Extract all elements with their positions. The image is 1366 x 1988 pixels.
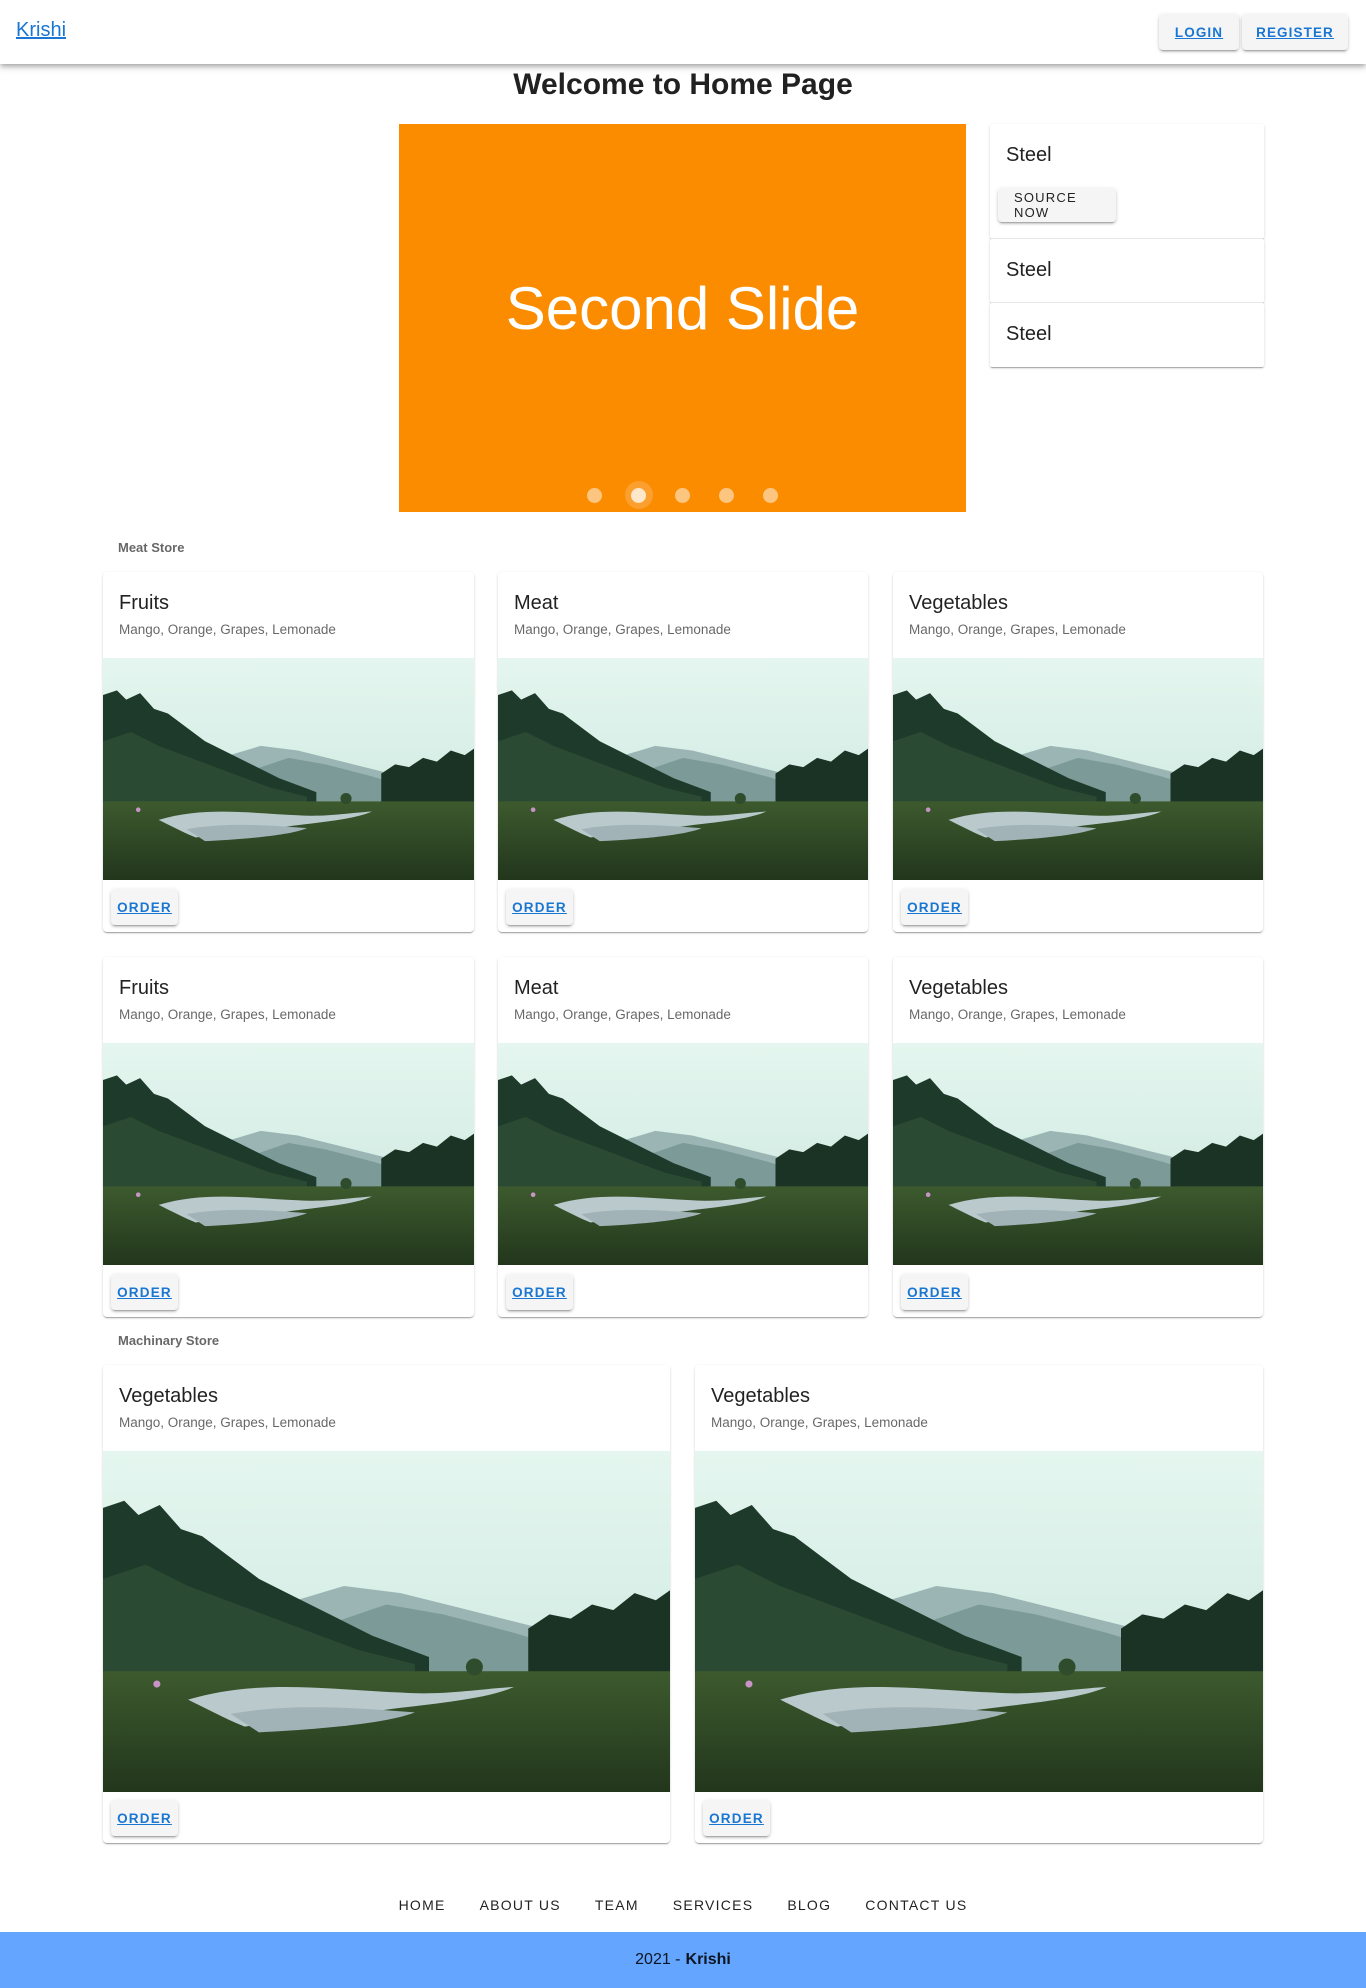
side-card-title: Steel (1006, 144, 1052, 166)
side-card-title: Steel (1006, 323, 1052, 345)
card-image (893, 658, 1263, 880)
carousel-dots (399, 481, 966, 509)
copyright-year: 2021 - (635, 1951, 681, 1968)
card-image (103, 1043, 474, 1265)
carousel-dot[interactable] (705, 483, 749, 507)
app-bar: Krishi LOGIN REGISTER (0, 0, 1366, 64)
side-card: Steel (990, 303, 1264, 367)
product-card: Fruits Mango, Orange, Grapes, Lemonade O… (103, 572, 474, 932)
card-title: Fruits (119, 977, 169, 999)
card-title: Vegetables (119, 1385, 218, 1407)
copyright-brand: Krishi (685, 1951, 731, 1968)
carousel[interactable]: Second Slide (399, 124, 966, 512)
page-title: Welcome to Home Page (513, 68, 853, 101)
footer-nav: HOME ABOUT US TEAM SERVICES BLOG CONTACT… (0, 1895, 1366, 1915)
slide-text: Second Slide (505, 275, 860, 342)
footer-link-team[interactable]: TEAM (578, 1895, 656, 1915)
section-label: Machinary Store (118, 1333, 220, 1348)
side-card: Steel SOURCE NOW (990, 124, 1264, 239)
side-card: Steel (990, 239, 1264, 303)
card-image (498, 658, 868, 880)
product-card: Vegetables Mango, Orange, Grapes, Lemona… (893, 957, 1263, 1317)
card-subtitle: Mango, Orange, Grapes, Lemonade (909, 1007, 1126, 1022)
order-button[interactable]: ORDER (901, 889, 968, 925)
carousel-dot[interactable] (749, 483, 793, 507)
brand-link[interactable]: Krishi (16, 19, 66, 42)
card-subtitle: Mango, Orange, Grapes, Lemonade (514, 622, 731, 637)
card-subtitle: Mango, Orange, Grapes, Lemonade (119, 1415, 336, 1430)
card-title: Vegetables (909, 592, 1008, 614)
card-image (695, 1451, 1263, 1792)
card-image (893, 1043, 1263, 1265)
side-list: Steel SOURCE NOW Steel Steel (990, 124, 1264, 367)
order-button[interactable]: ORDER (901, 1274, 968, 1310)
footer-link-about-us[interactable]: ABOUT US (463, 1895, 578, 1915)
register-button[interactable]: REGISTER (1242, 14, 1348, 50)
card-subtitle: Mango, Orange, Grapes, Lemonade (711, 1415, 928, 1430)
footer-link-home[interactable]: HOME (382, 1895, 463, 1915)
auth-buttons: LOGIN REGISTER (1159, 14, 1348, 50)
card-subtitle: Mango, Orange, Grapes, Lemonade (909, 622, 1126, 637)
side-card-title: Steel (1006, 259, 1052, 281)
order-button[interactable]: ORDER (111, 889, 178, 925)
order-button[interactable]: ORDER (111, 1800, 178, 1836)
product-card: Meat Mango, Orange, Grapes, Lemonade ORD… (498, 572, 868, 932)
card-title: Meat (514, 977, 559, 999)
card-image (103, 1451, 670, 1792)
carousel-dot[interactable] (573, 483, 617, 507)
order-button[interactable]: ORDER (703, 1800, 770, 1836)
footer-bar: 2021 - Krishi (0, 1932, 1366, 1988)
order-button[interactable]: ORDER (111, 1274, 178, 1310)
order-button[interactable]: ORDER (506, 889, 573, 925)
section-label: Meat Store (118, 540, 185, 555)
card-subtitle: Mango, Orange, Grapes, Lemonade (119, 622, 336, 637)
footer-link-contact-us[interactable]: CONTACT US (848, 1895, 984, 1915)
card-title: Meat (514, 592, 559, 614)
product-card: Vegetables Mango, Orange, Grapes, Lemona… (893, 572, 1263, 932)
order-button[interactable]: ORDER (506, 1274, 573, 1310)
card-subtitle: Mango, Orange, Grapes, Lemonade (514, 1007, 731, 1022)
footer-link-blog[interactable]: BLOG (770, 1895, 848, 1915)
product-card: Fruits Mango, Orange, Grapes, Lemonade O… (103, 957, 474, 1317)
card-image (103, 658, 474, 880)
carousel-dot-active[interactable] (617, 481, 661, 509)
login-button[interactable]: LOGIN (1159, 14, 1239, 50)
card-title: Vegetables (909, 977, 1008, 999)
card-subtitle: Mango, Orange, Grapes, Lemonade (119, 1007, 336, 1022)
card-image (498, 1043, 868, 1265)
source-now-button[interactable]: SOURCE NOW (998, 188, 1116, 222)
product-card: Vegetables Mango, Orange, Grapes, Lemona… (103, 1365, 670, 1843)
card-title: Vegetables (711, 1385, 810, 1407)
carousel-dot[interactable] (661, 483, 705, 507)
footer-link-services[interactable]: SERVICES (656, 1895, 771, 1915)
product-card: Meat Mango, Orange, Grapes, Lemonade ORD… (498, 957, 868, 1317)
card-title: Fruits (119, 592, 169, 614)
product-card: Vegetables Mango, Orange, Grapes, Lemona… (695, 1365, 1263, 1843)
